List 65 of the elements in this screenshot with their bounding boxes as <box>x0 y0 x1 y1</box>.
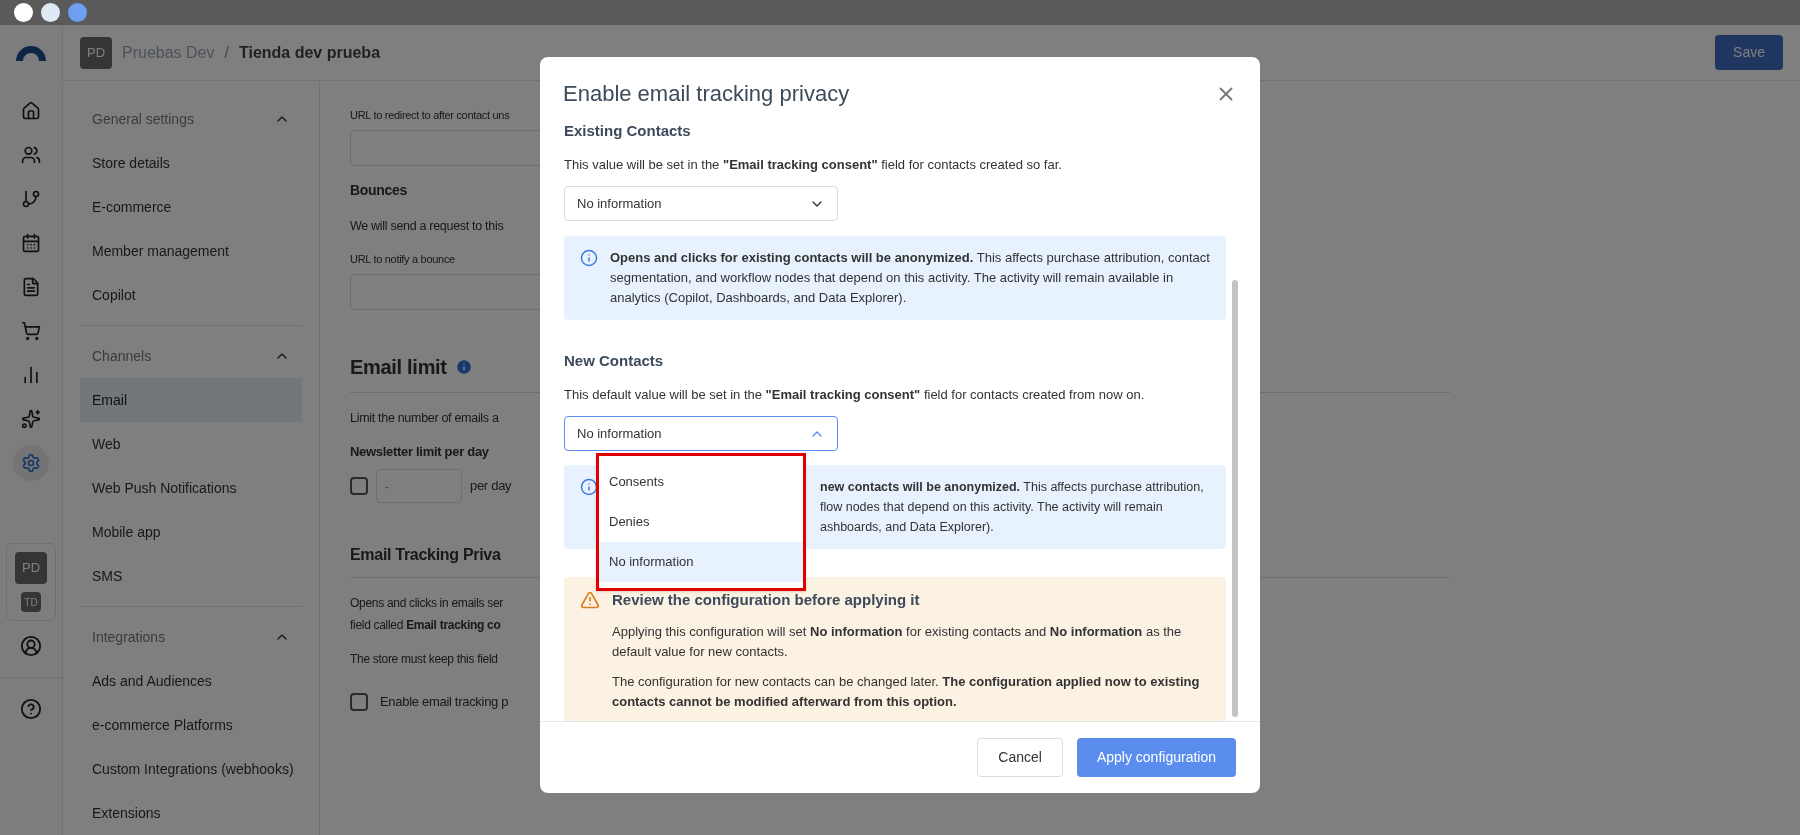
section-title: Existing Contacts <box>564 121 692 141</box>
sidebar-item[interactable]: Custom Integrations (webhooks) <box>80 747 302 791</box>
warning-text: Applying this configuration will set No information for existing contacts and No information as the default value for new contacts. <box>612 622 1183 661</box>
info-text: new contacts will be anonymized. This affects purchase attribution, <box>820 479 1204 496</box>
description-text: Limit the number of emails a <box>350 409 499 427</box>
dropdown-option[interactable]: No information <box>599 542 803 582</box>
info-icon[interactable] <box>454 357 473 376</box>
section-header[interactable]: General settings <box>80 97 302 141</box>
description-text: We will send a request to this <box>350 217 504 235</box>
field-label: URL to redirect to after contact uns <box>350 108 510 123</box>
section-heading: Email limit <box>350 354 447 380</box>
checkbox[interactable] <box>350 692 368 711</box>
section-title: New Contacts <box>564 351 665 371</box>
sidebar-item[interactable]: SMS <box>80 554 302 598</box>
description-text: field called Email tracking co <box>350 617 501 634</box>
description-text: The store must keep this field <box>350 651 498 668</box>
field-label: Newsletter limit per day <box>350 442 489 461</box>
cancel-button[interactable]: Cancel <box>977 738 1063 777</box>
dropdown-option[interactable]: Denies <box>599 502 803 542</box>
warning-icon <box>580 590 600 610</box>
store-avatar: PD <box>80 36 112 69</box>
settings-icon[interactable] <box>13 445 49 481</box>
info-text: Opens and clicks for existing contacts will be anonymized. This affects purchase attribution, contact segmentation, and workflow nodes that depend on this activity. The activity will remain available in analytics (Copilot, Dashboards, and Data Explorer). <box>610 249 1210 307</box>
description-text: This value will be set in the "Email tracking consent" field for contacts created so far. <box>564 155 1063 174</box>
breadcrumb-current: Tienda dev prueba <box>238 42 381 63</box>
sidebar-item[interactable]: Copilot <box>80 273 302 317</box>
sidebar-item[interactable]: e-commerce Platforms <box>80 703 302 747</box>
description-text: Opens and clicks in emails ser <box>350 595 504 612</box>
limit-input-field[interactable]: - <box>376 469 462 503</box>
info-icon <box>580 478 598 496</box>
select-field[interactable]: No information <box>564 416 838 451</box>
dropdown-option[interactable]: Consents <box>599 462 803 502</box>
dialog-title: Enable email tracking privacy <box>563 80 850 108</box>
warning-title: Review the configuration before applying it <box>612 590 921 610</box>
unit-text: per day <box>470 477 512 496</box>
sidebar-item[interactable]: Ads and Audiences <box>80 659 302 703</box>
section-heading: Email Tracking Priva <box>350 546 501 563</box>
info-icon <box>580 249 598 267</box>
info-text: flow nodes that depend on this activity. The activity will remain <box>820 499 1164 516</box>
sidebar-item[interactable]: Extensions <box>80 791 302 835</box>
user-icon[interactable] <box>20 635 42 657</box>
sidebar-item[interactable]: Web Push Notifications <box>80 466 302 510</box>
apply-button[interactable]: Apply configuration <box>1076 738 1236 777</box>
section-header[interactable]: Integrations <box>80 615 302 659</box>
sidebar-item[interactable]: Mobile app <box>80 510 302 554</box>
field-label: URL to notify a bounce <box>350 252 455 268</box>
save-button[interactable]: Save <box>1715 35 1783 70</box>
sidebar-item[interactable]: Email <box>80 378 302 422</box>
checkbox-label: Enable email tracking p <box>380 693 509 711</box>
section-header[interactable]: Channels <box>80 334 302 378</box>
sidebar-item[interactable]: Member management <box>80 229 302 273</box>
account-avatar[interactable]: PD <box>15 552 47 584</box>
logo-icon[interactable] <box>14 44 48 62</box>
section-title: Bounces <box>350 180 408 200</box>
select-field[interactable]: No information <box>564 186 838 221</box>
sidebar-item[interactable]: Store details <box>80 141 302 185</box>
account-avatar[interactable]: TD <box>21 592 41 612</box>
checkbox[interactable] <box>350 477 368 495</box>
info-text: ashboards, and Data Explorer). <box>820 519 995 536</box>
sidebar-item[interactable]: Web <box>80 422 302 466</box>
description-text: This default value will be set in the "Email tracking consent" field for contacts created from now on. <box>564 385 1146 404</box>
sidebar-item[interactable]: E-commerce <box>80 185 302 229</box>
breadcrumb-separator: / <box>224 42 229 63</box>
help-icon[interactable] <box>20 698 42 720</box>
warning-text: The configuration for new contacts can be changed later. The configuration applied now to existing contacts cannot be modified afterward from this option. <box>612 672 1201 711</box>
